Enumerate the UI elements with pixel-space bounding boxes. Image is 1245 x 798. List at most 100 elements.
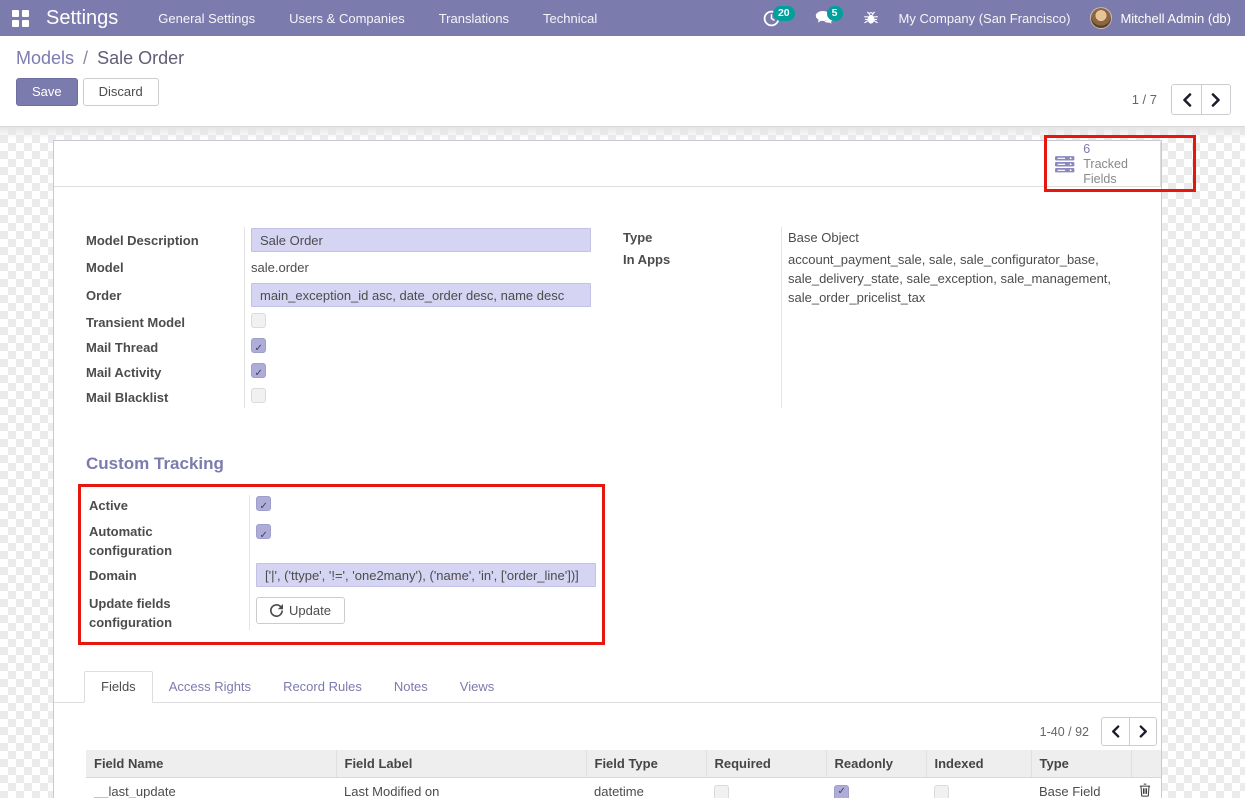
apps-menu-button[interactable]	[0, 0, 40, 36]
required-checkbox[interactable]	[714, 785, 729, 798]
fields-table-header-row: Field Name Field Label Field Type Requir…	[86, 750, 1161, 778]
fields-list-prev-button[interactable]	[1102, 718, 1129, 745]
header-actions	[1131, 750, 1161, 778]
activities-count-badge: 20	[773, 6, 795, 21]
discard-button[interactable]: Discard	[83, 78, 159, 106]
form-sheet: 6 Tracked Fields Model Description Model	[53, 140, 1162, 798]
trash-icon	[1139, 783, 1151, 797]
tracked-fields-label: Tracked Fields	[1083, 157, 1152, 187]
group-separator-line	[249, 495, 250, 630]
menu-technical[interactable]: Technical	[543, 11, 597, 26]
field-label-mail-activity: Mail Activity	[86, 363, 244, 382]
user-menu[interactable]: Mitchell Admin (db)	[1090, 7, 1231, 29]
update-button-label: Update	[289, 603, 331, 618]
header-indexed[interactable]: Indexed	[926, 750, 1031, 778]
cell-field-type[interactable]: datetime	[586, 778, 706, 798]
field-label-mail-blacklist: Mail Blacklist	[86, 388, 244, 407]
mail-thread-checkbox[interactable]	[251, 338, 266, 353]
update-button[interactable]: Update	[256, 597, 345, 624]
save-button[interactable]: Save	[16, 78, 78, 106]
field-label-type: Type	[623, 228, 781, 247]
mail-blacklist-checkbox[interactable]	[251, 388, 266, 403]
form-fields-area: Model Description Model sale.order Order…	[54, 187, 1161, 410]
navbar-menus: General Settings Users & Companies Trans…	[158, 11, 597, 26]
breadcrumb-current: Sale Order	[97, 48, 184, 68]
record-prev-button[interactable]	[1172, 85, 1201, 114]
fields-list-pager-value: 1-40 / 92	[1040, 725, 1089, 739]
field-label-in-apps: In Apps	[623, 250, 781, 269]
tracked-fields-button[interactable]: 6 Tracked Fields	[1046, 142, 1161, 187]
table-row-last-update[interactable]: __last_update Last Modified on datetime …	[86, 778, 1161, 798]
messages-count-badge: 5	[827, 6, 843, 21]
in-apps-value: account_payment_sale, sale, sale_configu…	[781, 250, 1129, 307]
top-navbar: Settings General Settings Users & Compan…	[0, 0, 1245, 36]
cell-type[interactable]: Base Field	[1031, 778, 1131, 798]
company-switcher[interactable]: My Company (San Francisco)	[899, 11, 1071, 26]
chevron-left-icon	[1111, 725, 1120, 738]
tab-access-rights[interactable]: Access Rights	[153, 672, 267, 702]
menu-users-companies[interactable]: Users & Companies	[289, 11, 405, 26]
fields-table: Field Name Field Label Field Type Requir…	[86, 750, 1161, 798]
field-label-active: Active	[89, 496, 249, 515]
avatar	[1090, 7, 1112, 29]
tracked-fields-icon	[1055, 154, 1075, 175]
header-readonly[interactable]: Readonly	[826, 750, 926, 778]
header-field-type[interactable]: Field Type	[586, 750, 706, 778]
chevron-right-icon	[1139, 725, 1148, 738]
field-label-model: Model	[86, 258, 244, 277]
cell-field-name[interactable]: __last_update	[86, 778, 336, 798]
header-required[interactable]: Required	[706, 750, 826, 778]
notebook-tabs: Fields Access Rights Record Rules Notes …	[54, 671, 1161, 703]
header-field-name[interactable]: Field Name	[86, 750, 336, 778]
delete-row-button[interactable]	[1139, 783, 1151, 797]
automatic-configuration-checkbox[interactable]	[256, 524, 271, 539]
app-title[interactable]: Settings	[46, 7, 118, 30]
menu-translations[interactable]: Translations	[439, 11, 509, 26]
field-label-mail-thread: Mail Thread	[86, 338, 244, 357]
custom-tracking-title: Custom Tracking	[86, 454, 1161, 474]
custom-tracking-group: Active Automatic configuration Domain	[89, 493, 594, 632]
field-label-order: Order	[86, 286, 244, 305]
form-view-content: 6 Tracked Fields Model Description Model	[0, 127, 1245, 798]
messages-button[interactable]: 5	[815, 10, 843, 26]
group-separator-line	[781, 227, 782, 408]
fields-list-next-button[interactable]	[1129, 718, 1156, 745]
mail-activity-checkbox[interactable]	[251, 363, 266, 378]
navbar-systray: 20 5 My Company (San Francisco) Mitchell…	[763, 7, 1245, 29]
header-field-label[interactable]: Field Label	[336, 750, 586, 778]
breadcrumb-models-link[interactable]: Models	[16, 48, 74, 68]
record-pager: 1 / 7	[1132, 84, 1231, 115]
field-label-domain: Domain	[89, 566, 249, 585]
transient-model-checkbox[interactable]	[251, 313, 266, 328]
field-label-model-description: Model Description	[86, 231, 244, 250]
active-checkbox[interactable]	[256, 496, 271, 511]
domain-input[interactable]	[256, 563, 596, 587]
group-separator-line	[244, 227, 245, 408]
tab-fields[interactable]: Fields	[84, 671, 153, 703]
tab-record-rules[interactable]: Record Rules	[267, 672, 378, 702]
tab-notes[interactable]: Notes	[378, 672, 444, 702]
cell-field-label[interactable]: Last Modified on	[336, 778, 586, 798]
record-next-button[interactable]	[1201, 85, 1230, 114]
debug-button[interactable]	[863, 10, 879, 26]
type-value: Base Object	[781, 228, 1129, 247]
annotation-box-custom-tracking: Active Automatic configuration Domain	[78, 484, 605, 645]
right-field-group: Type Base Object In Apps account_payment…	[623, 225, 1129, 410]
record-pager-value: 1 / 7	[1132, 92, 1157, 107]
tab-views[interactable]: Views	[444, 672, 510, 702]
control-panel: Models / Sale Order Save Discard 1 / 7	[0, 36, 1245, 127]
field-label-automatic-configuration: Automatic configuration	[89, 522, 249, 560]
model-description-input[interactable]	[251, 228, 591, 252]
chevron-right-icon	[1211, 93, 1221, 107]
field-label-transient-model: Transient Model	[86, 313, 244, 332]
indexed-checkbox[interactable]	[934, 785, 949, 798]
tracked-fields-count: 6	[1083, 142, 1152, 157]
readonly-checkbox[interactable]	[834, 785, 849, 798]
apps-grid-icon	[12, 10, 29, 27]
settings-model-form-page: Settings General Settings Users & Compan…	[0, 0, 1245, 798]
header-type[interactable]: Type	[1031, 750, 1131, 778]
model-value: sale.order	[244, 258, 606, 277]
activities-button[interactable]: 20	[763, 10, 795, 27]
menu-general-settings[interactable]: General Settings	[158, 11, 255, 26]
order-input[interactable]	[251, 283, 591, 307]
